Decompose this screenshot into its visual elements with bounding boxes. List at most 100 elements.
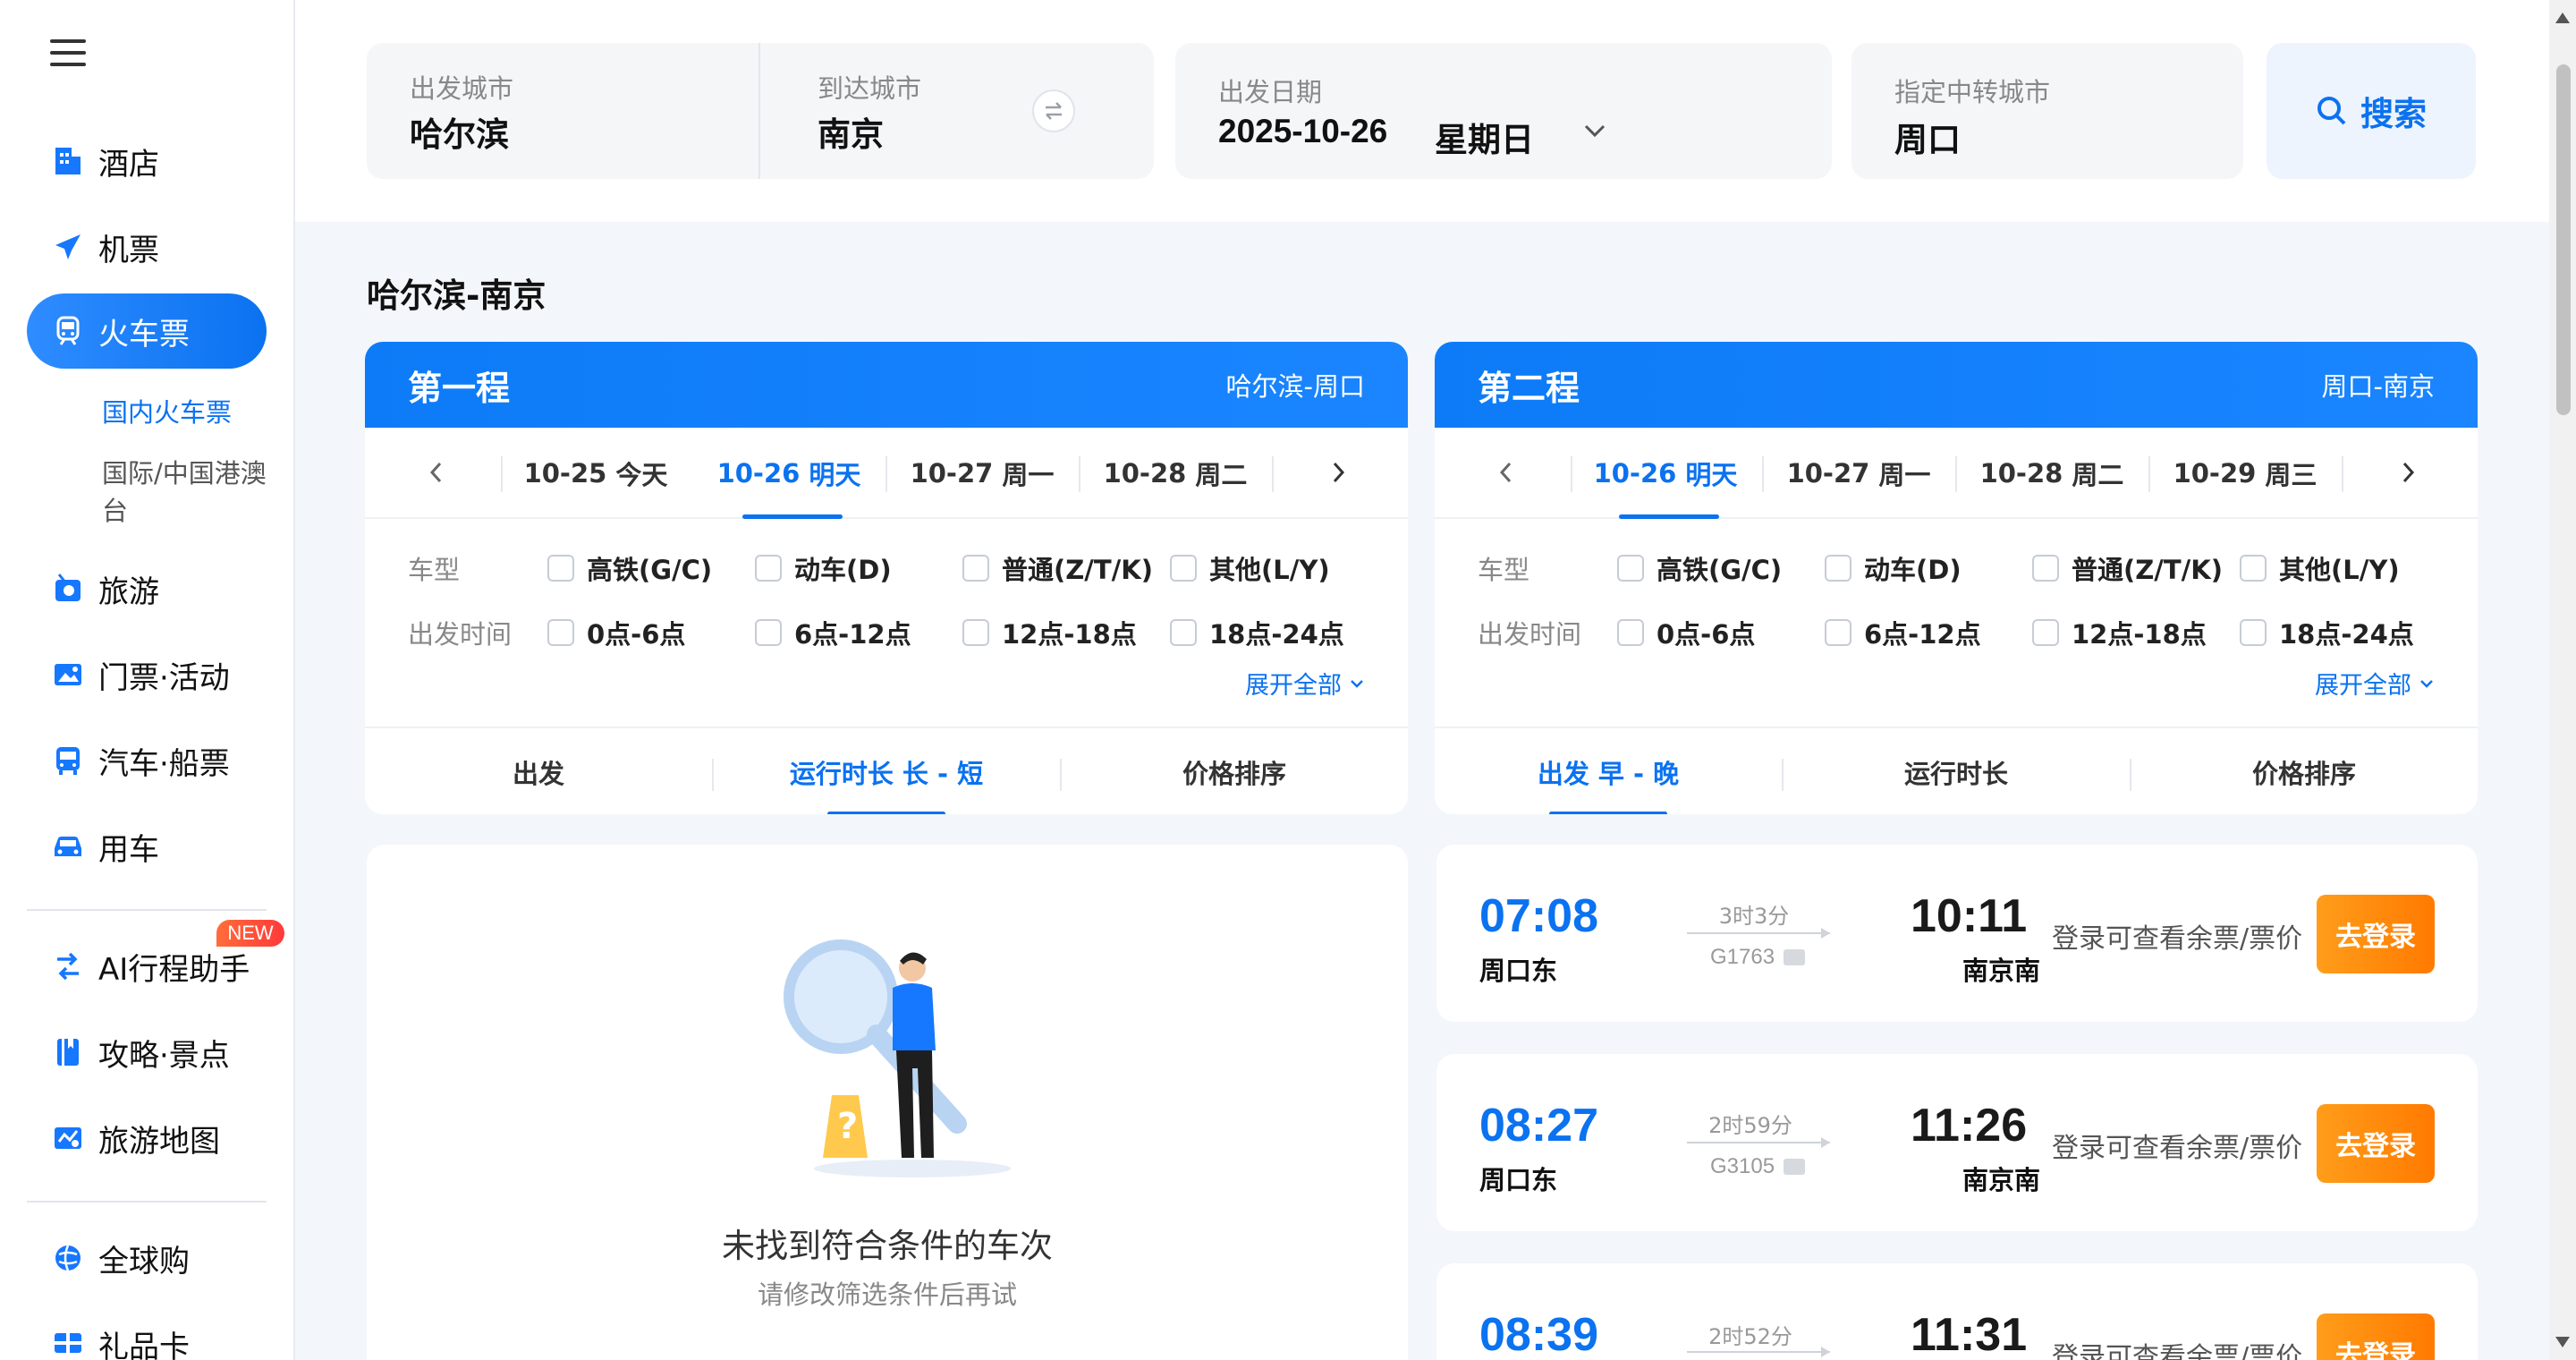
nav-gift-card[interactable]: 礼品卡 xyxy=(27,1306,267,1360)
nav-flight[interactable]: 机票 xyxy=(27,209,267,285)
depart-time-label: 出发时间 xyxy=(408,619,513,650)
nav-hotel[interactable]: 酒店 xyxy=(27,123,267,199)
train-card[interactable]: 08:27 周口东 2时59分 G3105 11:26 南京南 登录可查看余票/… xyxy=(1436,1054,2478,1231)
chevron-down-icon[interactable] xyxy=(1583,122,1606,140)
sort-duration[interactable]: 运行时长 长 - 短 xyxy=(713,728,1060,814)
nav-label: 火车票 xyxy=(98,316,190,353)
sort-price[interactable]: 价格排序 xyxy=(1061,728,1408,814)
sidebar-divider xyxy=(27,909,267,911)
train-card[interactable]: 08:39 2时52分 11:31 登录可查看余票/票价 去登录 xyxy=(1436,1263,2478,1360)
date-tab[interactable]: 10-28 周二 xyxy=(1955,428,2148,519)
from-city-input[interactable]: 哈尔滨 xyxy=(410,107,509,156)
time-12-18-checkbox[interactable]: 12点-18点 xyxy=(962,614,1137,651)
date-tab[interactable]: 10-25 今天 xyxy=(499,428,692,519)
depart-station: 周口东 xyxy=(1479,1165,1558,1195)
seat-info-text: 登录可查看余票/票价 xyxy=(2052,1342,2303,1360)
time-12-18-checkbox[interactable]: 12点-18点 xyxy=(2032,614,2207,651)
sub-domestic-train[interactable]: 国内火车票 xyxy=(102,394,281,431)
time-0-6-checkbox[interactable]: 0点-6点 xyxy=(547,614,685,651)
date-selector: 10-25 今天 10-26 明天 10-27 周一 10-28 周二 xyxy=(365,428,1408,519)
sort-price[interactable]: 价格排序 xyxy=(2131,728,2478,814)
next-date-button[interactable] xyxy=(1320,455,1356,490)
swap-icon xyxy=(1046,102,1062,120)
swap-cities-button[interactable] xyxy=(1032,89,1075,132)
time-0-6-checkbox[interactable]: 0点-6点 xyxy=(1617,614,1755,651)
type-ztk-checkbox[interactable]: 普通(Z/T/K) xyxy=(2032,549,2223,587)
page-scrollbar[interactable] xyxy=(2549,0,2576,1360)
nav-car[interactable]: 用车 xyxy=(27,809,267,884)
time-18-24-checkbox[interactable]: 18点-24点 xyxy=(1170,614,1344,651)
leg-header: 第一程 哈尔滨-周口 xyxy=(365,342,1408,428)
leg-first: 第一程 哈尔滨-周口 10-25 今天 10-26 明天 10-27 周一 10… xyxy=(365,342,1408,814)
prev-date-button[interactable] xyxy=(1488,455,1524,490)
train-card[interactable]: 07:08 周口东 3时3分 G1763 10:11 南京南 登录可查看余票/票… xyxy=(1436,845,2478,1022)
nav-bus[interactable]: 汽车·船票 xyxy=(27,723,267,798)
date-field[interactable]: 出发日期 2025-10-26 星期日 xyxy=(1175,43,1832,179)
next-date-button[interactable] xyxy=(2390,455,2426,490)
nav-global-shop[interactable]: 全球购 xyxy=(27,1220,267,1296)
date-tab-active[interactable]: 10-26 明天 xyxy=(1569,428,1762,519)
nav-travel[interactable]: 旅游 xyxy=(27,551,267,626)
train-number[interactable]: G1763 xyxy=(1710,945,1806,970)
arrive-station: 南京南 xyxy=(1962,956,2041,986)
depart-time: 07:08 xyxy=(1479,890,1598,942)
type-ztk-checkbox[interactable]: 普通(Z/T/K) xyxy=(962,549,1153,587)
date-tab[interactable]: 10-28 周二 xyxy=(1079,428,1272,519)
type-gc-checkbox[interactable]: 高铁(G/C) xyxy=(1617,549,1782,587)
type-ly-checkbox[interactable]: 其他(L/Y) xyxy=(2240,549,2400,587)
expand-all-link[interactable]: 展开全部 xyxy=(2315,666,2435,701)
nav-label: AI行程助手 xyxy=(98,951,250,988)
search-button[interactable]: 搜索 xyxy=(2267,43,2476,179)
sort-depart[interactable]: 出发 早 - 晚 xyxy=(1435,728,1782,814)
ai-assistant-icon xyxy=(50,948,86,984)
nav-train[interactable]: 火车票 xyxy=(27,293,267,369)
type-ly-checkbox[interactable]: 其他(L/Y) xyxy=(1170,549,1330,587)
nav-guides[interactable]: 攻略·景点 xyxy=(27,1015,267,1090)
expand-all-link[interactable]: 展开全部 xyxy=(1245,666,1365,701)
login-button[interactable]: 去登录 xyxy=(2317,1104,2435,1183)
date-tab[interactable]: 10-29 周三 xyxy=(2148,428,2342,519)
type-d-checkbox[interactable]: 动车(D) xyxy=(755,549,892,587)
time-6-12-checkbox[interactable]: 6点-12点 xyxy=(1825,614,1981,651)
duration-arrow xyxy=(1687,928,1830,939)
depart-time: 08:39 xyxy=(1479,1309,1598,1360)
transfer-city-input[interactable]: 周口 xyxy=(1894,113,1961,161)
sort-bar: 出发 运行时长 长 - 短 价格排序 xyxy=(365,727,1408,814)
prev-date-button[interactable] xyxy=(419,455,454,490)
nav-tickets[interactable]: 门票·活动 xyxy=(27,637,267,712)
scroll-up-arrow[interactable] xyxy=(2555,13,2570,23)
time-6-12-checkbox[interactable]: 6点-12点 xyxy=(755,614,911,651)
route-divider xyxy=(758,43,760,179)
duration: 2时52分 xyxy=(1708,1324,1792,1349)
menu-icon[interactable] xyxy=(50,39,86,68)
time-18-24-checkbox[interactable]: 18点-24点 xyxy=(2240,614,2414,651)
nav-travel-map[interactable]: 旅游地图 xyxy=(27,1101,267,1176)
date-tab-active[interactable]: 10-26 明天 xyxy=(692,428,886,519)
search-bar: 出发城市 哈尔滨 到达城市 南京 出发日期 2025-10-26 星期日 指定中… xyxy=(295,0,2549,222)
depart-time: 08:27 xyxy=(1479,1100,1598,1152)
scroll-thumb[interactable] xyxy=(2556,64,2571,415)
login-button[interactable]: 去登录 xyxy=(2317,1313,2435,1360)
sub-international-train[interactable]: 国际/中国港澳台 xyxy=(102,455,281,530)
transfer-field[interactable]: 指定中转城市 周口 xyxy=(1852,43,2243,179)
to-city-input[interactable]: 南京 xyxy=(818,107,884,156)
nav-ai-assistant[interactable]: AI行程助手 xyxy=(27,929,267,1004)
train-number[interactable]: G3105 xyxy=(1710,1154,1806,1179)
chevron-left-icon xyxy=(1499,462,1512,483)
date-label: 出发日期 xyxy=(1218,77,1323,107)
chevron-left-icon xyxy=(429,462,442,483)
nav-label: 门票·活动 xyxy=(98,659,230,696)
scroll-down-arrow[interactable] xyxy=(2555,1337,2570,1347)
date-tab[interactable]: 10-27 周一 xyxy=(886,428,1079,519)
nav-label: 汽车·船票 xyxy=(98,745,230,782)
magnifier-person-illustration: ? xyxy=(784,939,1011,1177)
arrive-time: 11:31 xyxy=(1911,1309,2028,1360)
type-gc-checkbox[interactable]: 高铁(G/C) xyxy=(547,549,712,587)
empty-title: 未找到符合条件的车次 xyxy=(722,1227,1053,1265)
type-d-checkbox[interactable]: 动车(D) xyxy=(1825,549,1962,587)
date-tab[interactable]: 10-27 周一 xyxy=(1762,428,1955,519)
login-button[interactable]: 去登录 xyxy=(2317,895,2435,973)
sort-duration[interactable]: 运行时长 xyxy=(1783,728,2130,814)
svg-text:?: ? xyxy=(837,1106,858,1147)
sort-depart[interactable]: 出发 xyxy=(365,728,712,814)
